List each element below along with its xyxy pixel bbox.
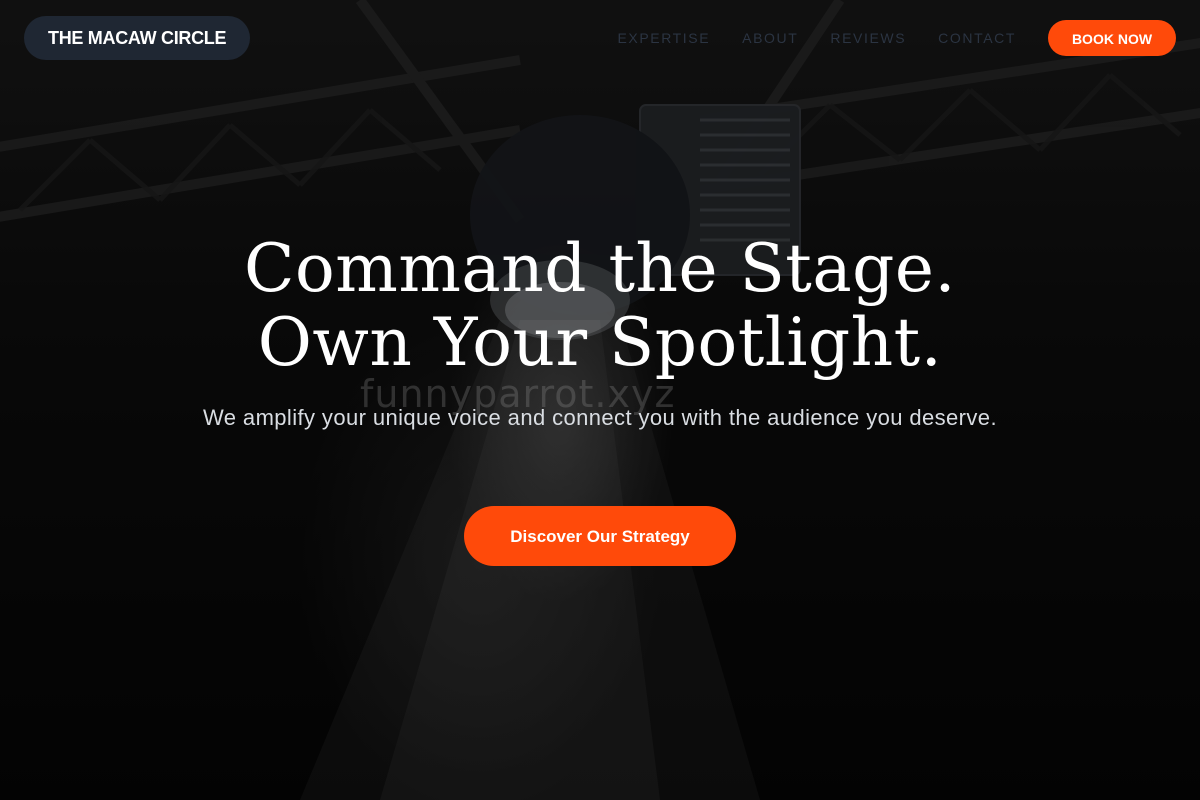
hero-title-line-1: Command the Stage. (244, 230, 956, 307)
hero-subtitle: We amplify your unique voice and connect… (203, 405, 997, 430)
main-nav: EXPERTISE ABOUT REVIEWS CONTACT (617, 28, 1016, 48)
nav-link-contact[interactable]: CONTACT (938, 28, 1016, 48)
brand-logo[interactable]: THE MACAW CIRCLE (24, 16, 251, 60)
book-now-button[interactable]: BOOK NOW (1048, 20, 1176, 56)
nav-link-about[interactable]: ABOUT (742, 28, 798, 48)
hero-title: Command the Stage. Own Your Spotlight. (0, 232, 1200, 380)
discover-strategy-button[interactable]: Discover Our Strategy (464, 506, 736, 566)
nav-link-expertise[interactable]: EXPERTISE (617, 28, 710, 48)
nav-link-reviews[interactable]: REVIEWS (830, 28, 906, 48)
hero-title-line-2: Own Your Spotlight. (257, 304, 943, 381)
landing-page: THE MACAW CIRCLE EXPERTISE ABOUT REVIEWS… (0, 0, 1200, 800)
